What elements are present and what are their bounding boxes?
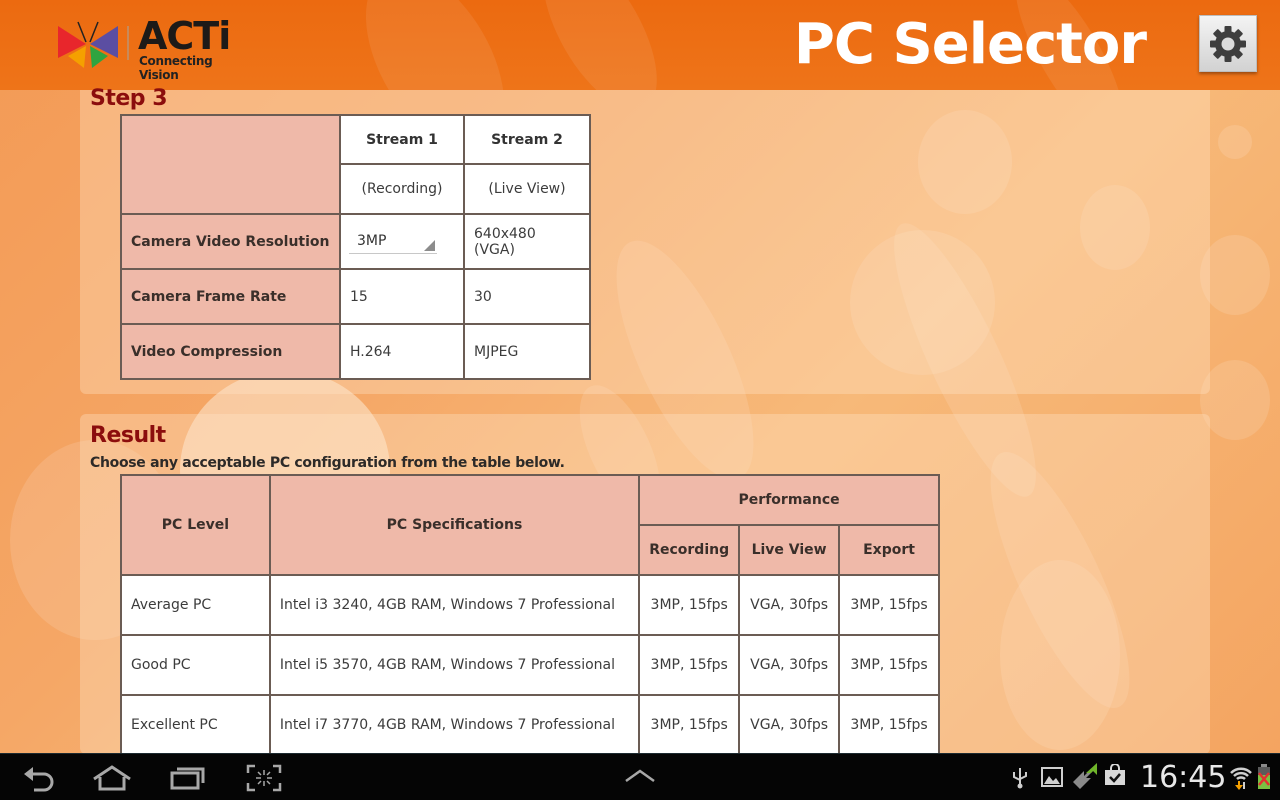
stream2-subheader: (Live View): [463, 163, 591, 215]
pc-specs: Intel i3 3240, 4GB RAM, Windows 7 Profes…: [268, 574, 641, 636]
acti-logo: ACTi Connecting Vision: [56, 14, 246, 82]
table-row: Camera Frame Rate 15 30: [120, 268, 591, 325]
table-row[interactable]: Good PC Intel i5 3570, 4GB RAM, Windows …: [120, 634, 940, 696]
row-label: Camera Frame Rate: [120, 268, 341, 325]
pc-level: Good PC: [120, 634, 271, 696]
recording-header: Recording: [638, 524, 741, 576]
logo-text: ACTi: [138, 14, 231, 58]
logo-separator: [127, 26, 129, 60]
recording-value: 3MP, 15fps: [638, 694, 741, 756]
home-icon[interactable]: [91, 764, 133, 792]
system-navigation-bar: 16:45: [0, 753, 1280, 800]
live-view-value: VGA, 30fps: [738, 574, 841, 636]
recent-apps-icon[interactable]: [169, 764, 207, 792]
stream1-header: Stream 1: [339, 114, 465, 165]
stream1-subheader: (Recording): [339, 163, 465, 215]
background-decoration: [1218, 125, 1252, 159]
live-view-header: Live View: [738, 524, 841, 576]
pc-specs-header: PC Specifications: [268, 474, 641, 576]
export-value: 3MP, 15fps: [838, 634, 940, 696]
butterfly-logo-icon: [58, 21, 118, 68]
logo-tagline: Connecting Vision: [139, 54, 213, 82]
expand-up-icon[interactable]: [624, 768, 656, 784]
table-row: Video Compression H.264 MJPEG: [120, 323, 591, 380]
result-panel: Result Choose any acceptable PC configur…: [80, 414, 1210, 756]
pc-configuration-table: PC Level PC Specifications Performance R…: [120, 474, 940, 756]
pc-level: Average PC: [120, 574, 271, 636]
background-decoration: [1200, 235, 1270, 315]
recording-value: 3MP, 15fps: [638, 574, 741, 636]
resolution-dropdown[interactable]: 3MP: [349, 230, 437, 254]
pc-level-header: PC Level: [120, 474, 271, 576]
step-panel: Step 3 Stream 1 Stream 2 (Recording) (Li…: [80, 86, 1210, 394]
pc-specs: Intel i5 3570, 4GB RAM, Windows 7 Profes…: [268, 634, 641, 696]
stream2-frame-rate: 30: [463, 268, 591, 325]
performance-header: Performance: [638, 474, 940, 526]
settings-button[interactable]: [1199, 15, 1257, 72]
live-view-value: VGA, 30fps: [738, 694, 841, 756]
table-row: Camera Video Resolution 3MP 640x480 (VGA…: [120, 213, 591, 270]
store-icon: [1105, 764, 1125, 785]
export-value: 3MP, 15fps: [838, 694, 940, 756]
table-corner-cell: [120, 114, 341, 215]
back-icon[interactable]: [22, 764, 56, 792]
page-title: PC Selector: [793, 12, 1147, 77]
background-decoration: [1200, 360, 1270, 440]
row-label: Camera Video Resolution: [120, 213, 341, 270]
battery-icon: [1258, 764, 1270, 789]
resolution-cell: 3MP: [339, 213, 465, 270]
stream1-compression: H.264: [339, 323, 465, 380]
recording-value: 3MP, 15fps: [638, 634, 741, 696]
usb-icon: [1013, 768, 1027, 789]
status-clock: 16:45: [1140, 760, 1227, 795]
live-view-value: VGA, 30fps: [738, 634, 841, 696]
wifi-icon: [1230, 767, 1252, 790]
sync-icon: [1073, 763, 1097, 789]
screenshot-icon[interactable]: [246, 764, 282, 792]
gallery-icon: [1041, 767, 1063, 787]
resolution-selected-value: 3MP: [357, 232, 387, 249]
gear-icon: [1210, 25, 1246, 62]
table-row[interactable]: Excellent PC Intel i7 3770, 4GB RAM, Win…: [120, 694, 940, 756]
row-label: Video Compression: [120, 323, 341, 380]
result-instructions: Choose any acceptable PC configuration f…: [90, 455, 565, 471]
stream1-frame-rate: 15: [339, 268, 465, 325]
pc-level: Excellent PC: [120, 694, 271, 756]
export-value: 3MP, 15fps: [838, 574, 940, 636]
dropdown-triangle-icon: [424, 239, 435, 251]
stream2-header: Stream 2: [463, 114, 591, 165]
export-header: Export: [838, 524, 940, 576]
stream2-resolution: 640x480 (VGA): [463, 213, 591, 270]
pc-specs: Intel i7 3770, 4GB RAM, Windows 7 Profes…: [268, 694, 641, 756]
app-header: ACTi Connecting Vision PC Selector: [0, 0, 1280, 90]
step-title: Step 3: [90, 86, 168, 111]
result-title: Result: [90, 423, 166, 448]
stream2-compression: MJPEG: [463, 323, 591, 380]
table-row[interactable]: Average PC Intel i3 3240, 4GB RAM, Windo…: [120, 574, 940, 636]
stream-settings-table: Stream 1 Stream 2 (Recording) (Live View…: [120, 114, 591, 380]
